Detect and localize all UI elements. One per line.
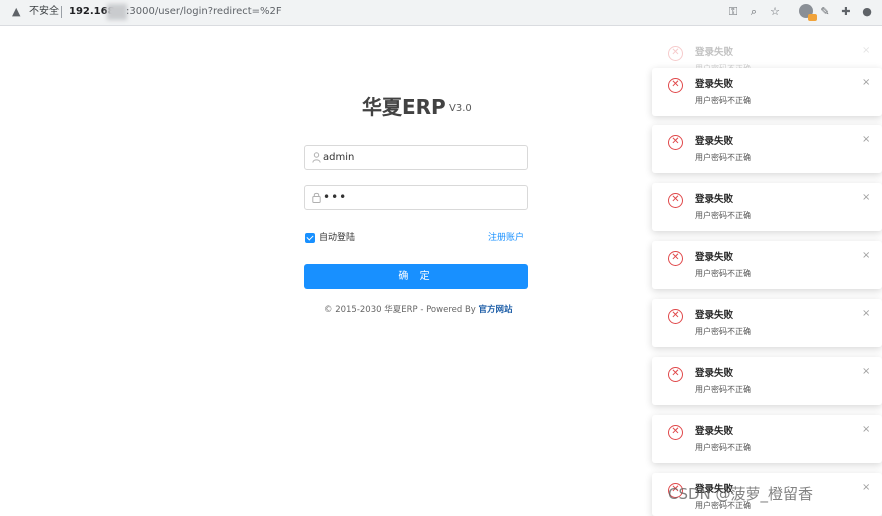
notification-desc: 用户密码不正确 — [695, 153, 751, 162]
notification: ✕ 登录失败 用户密码不正确 × — [652, 241, 882, 289]
address-divider — [61, 6, 62, 18]
close-icon[interactable]: × — [862, 308, 870, 320]
warning-icon[interactable]: ▲ — [12, 5, 24, 19]
close-icon[interactable]: × — [862, 45, 870, 57]
extension-badge-icon[interactable] — [799, 4, 817, 21]
notification-desc: 用户密码不正确 — [695, 211, 751, 220]
error-icon: ✕ — [668, 367, 683, 382]
user-icon — [312, 152, 322, 164]
notification-title: 登录失败 — [695, 368, 734, 379]
notification: ✕ 登录失败 用户密码不正确 × — [652, 183, 882, 231]
version-label: V3.0 — [449, 103, 472, 114]
notification-title: 登录失败 — [695, 310, 734, 321]
register-link[interactable]: 注册账户 — [488, 232, 524, 244]
url-path[interactable]: :3000/user/login?redirect=%2F — [126, 5, 282, 19]
watermark: CSDN @菠萝_橙留香 — [668, 485, 814, 503]
notification-desc: 用户密码不正确 — [695, 269, 751, 278]
notification: ✕ 登录失败 用户密码不正确 × — [652, 125, 882, 173]
notification-title: 登录失败 — [695, 194, 734, 205]
notification-title: 登录失败 — [695, 252, 734, 263]
error-icon: ✕ — [668, 46, 683, 61]
browser-toolbar: ▲ 不安全 192.168 :3000/user/login?redirect=… — [0, 0, 882, 26]
notification-title: 登录失败 — [695, 426, 734, 437]
error-icon: ✕ — [668, 193, 683, 208]
error-icon: ✕ — [668, 425, 683, 440]
close-icon[interactable]: × — [862, 424, 870, 436]
close-icon[interactable]: × — [862, 134, 870, 146]
error-icon: ✕ — [668, 78, 683, 93]
lock-icon — [312, 192, 322, 204]
password-field[interactable] — [304, 185, 528, 210]
footer: © 2015-2030 华夏ERP - Powered By 官方网站 — [324, 304, 513, 316]
key-icon[interactable]: ⚿ — [726, 5, 740, 19]
star-icon[interactable]: ☆ — [768, 5, 782, 19]
notification-desc: 用户密码不正确 — [695, 96, 751, 105]
close-icon[interactable]: × — [862, 366, 870, 378]
notification: ✕ 登录失败 用户密码不正确 × — [652, 357, 882, 405]
official-site-link[interactable]: 官方网站 — [479, 305, 513, 315]
error-icon: ✕ — [668, 135, 683, 150]
page-title: 华夏ERP — [362, 95, 446, 119]
remember-label[interactable]: 自动登陆 — [319, 232, 355, 244]
zoom-icon[interactable]: ⌕ — [747, 5, 761, 19]
username-input[interactable] — [323, 149, 519, 166]
password-input[interactable] — [323, 188, 519, 205]
notification-desc: 用户密码不正确 — [695, 443, 751, 452]
notification: ✕ 登录失败 用户密码不正确 × — [652, 415, 882, 463]
error-icon: ✕ — [668, 251, 683, 266]
notification-title: 登录失败 — [695, 47, 734, 58]
redacted-ip — [107, 4, 127, 20]
submit-button[interactable]: 确 定 — [304, 264, 528, 289]
remember-checkbox[interactable] — [305, 233, 315, 243]
pen-icon[interactable]: ✎ — [818, 5, 832, 19]
notification: ✕ 登录失败 用户密码不正确 × — [652, 299, 882, 347]
notification-desc: 用户密码不正确 — [695, 385, 751, 394]
footer-text: © 2015-2030 华夏ERP - Powered By — [324, 305, 479, 315]
close-icon[interactable]: × — [862, 192, 870, 204]
close-icon[interactable]: × — [862, 250, 870, 262]
close-icon[interactable]: × — [862, 482, 870, 494]
profile-icon[interactable]: ● — [860, 5, 874, 19]
error-icon: ✕ — [668, 309, 683, 324]
puzzle-icon[interactable]: ✚ — [839, 5, 853, 19]
notification-title: 登录失败 — [695, 79, 734, 90]
close-icon[interactable]: × — [862, 77, 870, 89]
notification-title: 登录失败 — [695, 136, 734, 147]
username-field[interactable] — [304, 145, 528, 170]
security-label[interactable]: 不安全 — [29, 5, 59, 19]
notification-desc: 用户密码不正确 — [695, 327, 751, 336]
notification: ✕ 登录失败 用户密码不正确 × — [652, 68, 882, 116]
